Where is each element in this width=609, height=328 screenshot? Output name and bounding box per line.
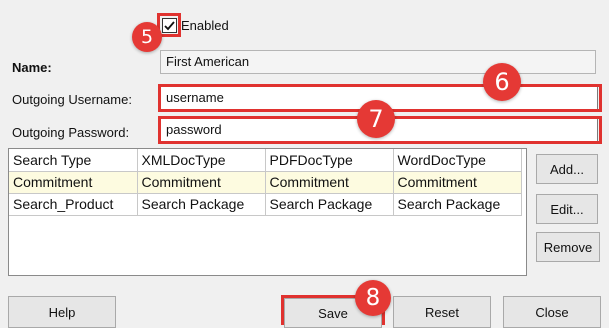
name-field: First American: [160, 50, 596, 74]
table-row[interactable]: Commitment Commitment Commitment Commitm…: [9, 170, 522, 194]
edit-button[interactable]: Edit...: [536, 194, 598, 224]
table-cell: Commitment: [9, 170, 138, 194]
table-cell: Search_Product: [9, 192, 138, 216]
table-cell: Commitment: [136, 170, 266, 194]
table-cell: Commitment: [392, 170, 522, 194]
add-button[interactable]: Add...: [536, 154, 598, 184]
column-header-xml: XMLDocType: [136, 149, 266, 172]
column-header-search-type: Search Type: [9, 149, 138, 172]
column-header-pdf: PDFDocType: [264, 149, 394, 172]
table-row[interactable]: Search_Product Search Package Search Pac…: [9, 192, 522, 216]
table-cell: Search Package: [136, 192, 266, 216]
password-label: Outgoing Password:: [12, 125, 130, 140]
reset-button[interactable]: Reset: [393, 296, 491, 328]
remove-button[interactable]: Remove: [536, 232, 600, 262]
enabled-label: Enabled: [181, 18, 229, 33]
step-6-badge: 6: [483, 63, 521, 101]
table-cell: Search Package: [392, 192, 522, 216]
name-label: Name:: [12, 60, 52, 75]
table-cell: Commitment: [264, 170, 394, 194]
step-5-badge: 5: [132, 22, 162, 52]
username-label: Outgoing Username:: [12, 92, 132, 107]
grid-header-row: Search Type XMLDocType PDFDocType WordDo…: [9, 149, 522, 172]
close-button[interactable]: Close: [503, 296, 601, 328]
table-cell: Search Package: [264, 192, 394, 216]
column-header-word: WordDocType: [392, 149, 522, 172]
step-7-badge: 7: [357, 100, 395, 138]
doc-type-grid[interactable]: Search Type XMLDocType PDFDocType WordDo…: [8, 148, 527, 276]
help-button[interactable]: Help: [8, 296, 116, 328]
step-8-badge: 8: [355, 280, 391, 316]
